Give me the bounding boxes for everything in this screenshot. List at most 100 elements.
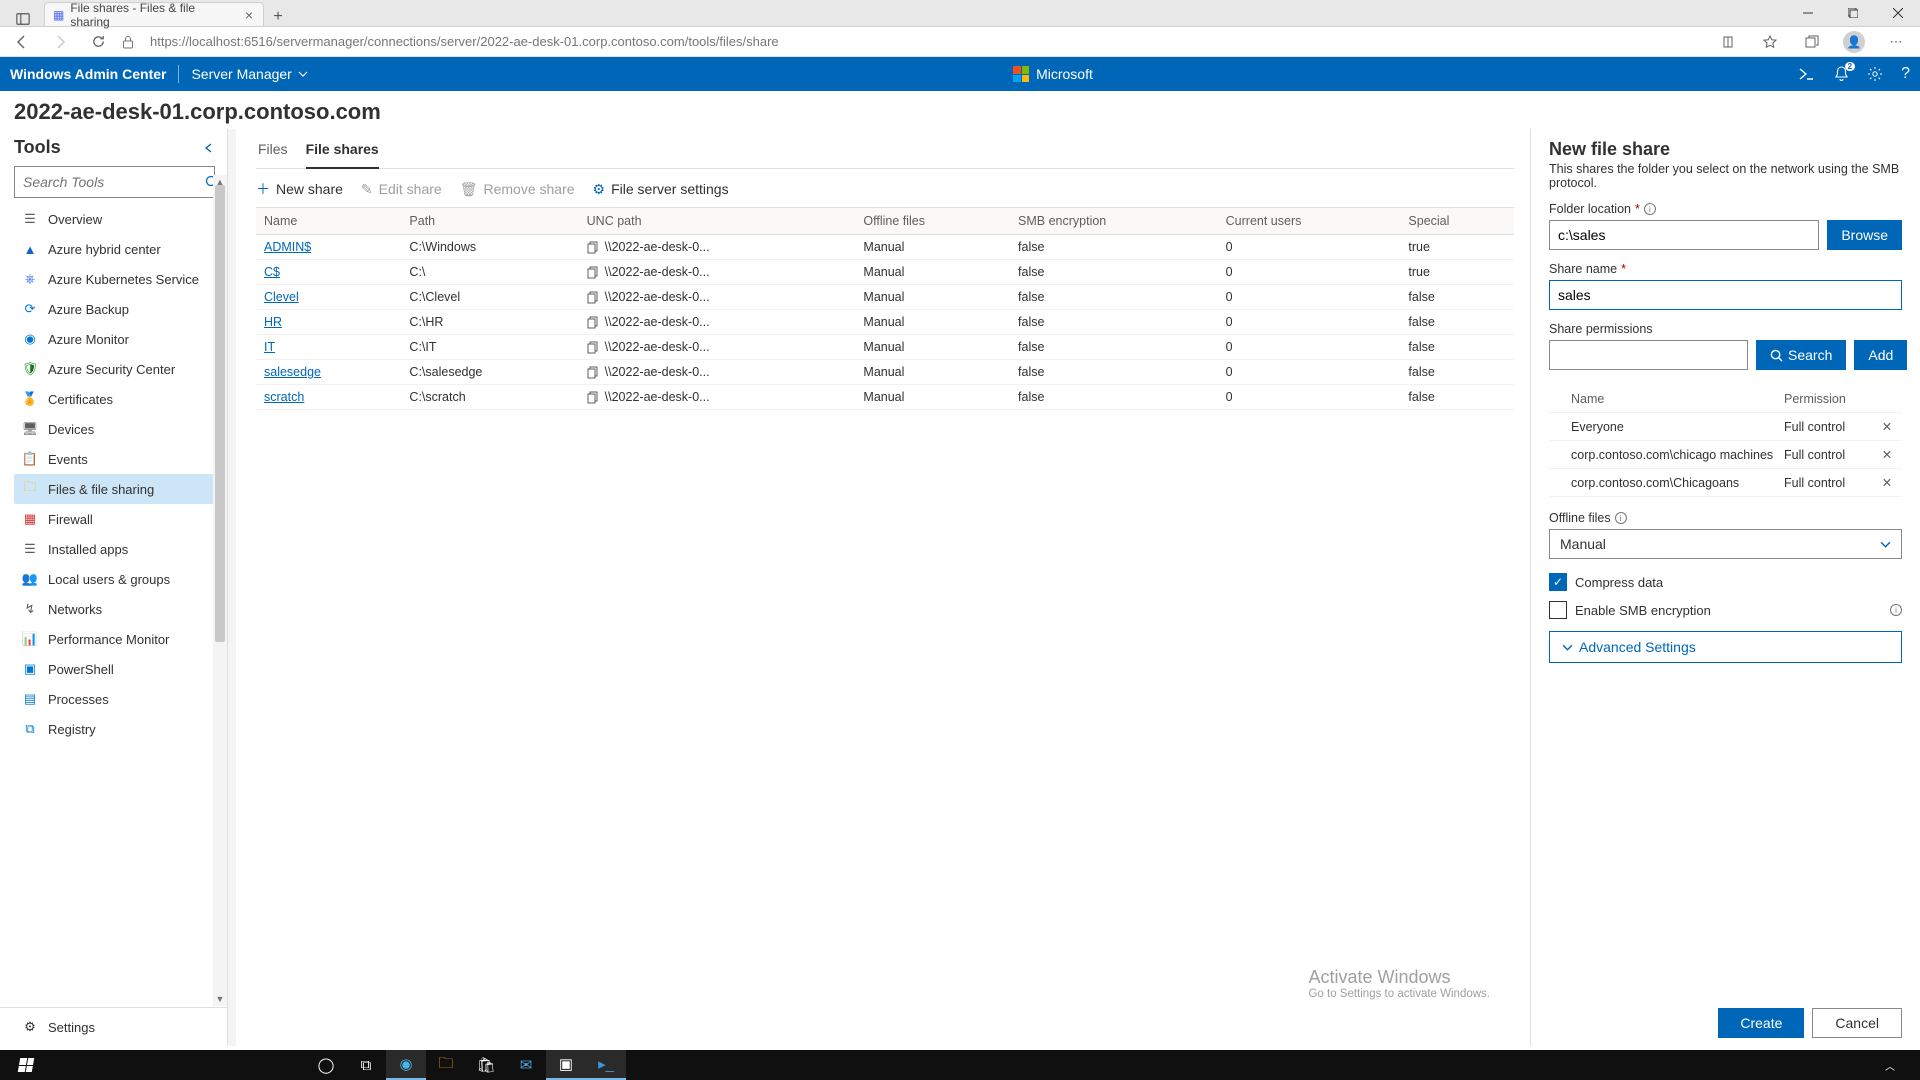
share-name-link[interactable]: HR [264,315,282,329]
sidebar-item[interactable]: ☰Overview [14,204,219,234]
remove-permission-icon[interactable]: ✕ [1874,447,1900,462]
share-name-link[interactable]: C$ [264,265,280,279]
permission-search-input[interactable] [1549,340,1748,370]
table-row[interactable]: C$ C:\ \\2022-ae-desk-0... Manual false … [256,260,1514,285]
start-button[interactable] [6,1050,46,1080]
share-name-link[interactable]: salesedge [264,365,321,379]
close-tab-icon[interactable]: × [243,8,255,22]
table-row[interactable]: salesedge C:\salesedge \\2022-ae-desk-0.… [256,360,1514,385]
taskbar-edge-icon[interactable]: ◉ [386,1050,426,1080]
advanced-settings-button[interactable]: Advanced Settings [1549,631,1902,663]
powershell-icon[interactable] [1798,67,1816,81]
info-icon[interactable]: i [1644,203,1656,215]
sidebar-item[interactable]: 🗀Files & file sharing [14,474,219,504]
smb-encryption-checkbox[interactable] [1549,601,1567,619]
info-icon[interactable]: i [1890,604,1902,616]
info-icon[interactable]: i [1615,512,1627,524]
offline-files-select[interactable]: Manual [1549,529,1902,559]
remove-share-button[interactable]: 🗑Remove share [460,181,575,198]
table-row[interactable]: IT C:\IT \\2022-ae-desk-0... Manual fals… [256,335,1514,360]
browser-tab[interactable]: ▦ File shares - Files & file sharing × [44,2,264,26]
table-row[interactable]: ADMIN$ C:\Windows \\2022-ae-desk-0... Ma… [256,235,1514,260]
profile-button[interactable]: 👤 [1838,31,1870,53]
edit-share-button[interactable]: ✎Edit share [361,181,442,198]
new-tab-button[interactable]: + [264,8,292,26]
product-name[interactable]: Windows Admin Center [10,66,166,82]
sidebar-item[interactable]: ☰Installed apps [14,534,219,564]
sidebar-item[interactable]: ↯Networks [14,594,219,624]
share-name-link[interactable]: Clevel [264,290,299,304]
taskbar-store-icon[interactable]: 🛍 [466,1050,506,1080]
sidebar-item[interactable]: 📋Events [14,444,219,474]
col-special[interactable]: Special [1400,208,1514,235]
tools-search-input[interactable] [23,174,205,190]
collections-icon[interactable] [1796,34,1828,50]
col-offline[interactable]: Offline files [855,208,1010,235]
sidebar-item[interactable]: ◉Azure Monitor [14,324,219,354]
cancel-button[interactable]: Cancel [1812,1008,1902,1038]
copy-icon[interactable] [587,316,599,329]
sidebar-item[interactable]: 📊Performance Monitor [14,624,219,654]
tab-file-shares[interactable]: File shares [306,133,379,169]
copy-icon[interactable] [587,241,599,254]
notifications-icon[interactable]: 2 [1834,66,1849,82]
scroll-down-icon[interactable]: ▼ [213,992,227,1006]
remove-permission-icon[interactable]: ✕ [1874,419,1900,434]
refresh-button[interactable] [84,28,112,56]
sidebar-item[interactable]: ⧉Registry [14,714,219,744]
sidebar-item[interactable]: 👥Local users & groups [14,564,219,594]
forward-button[interactable] [46,28,74,56]
table-row[interactable]: HR C:\HR \\2022-ae-desk-0... Manual fals… [256,310,1514,335]
sidebar-item[interactable]: ⟳Azure Backup [14,294,219,324]
window-close-button[interactable] [1875,0,1920,26]
compress-checkbox[interactable]: ✓ [1549,573,1567,591]
collapse-sidebar-icon[interactable] [203,142,215,154]
reader-icon[interactable] [1712,34,1744,50]
taskbar-chevron-up-icon[interactable]: ︿ [1870,1050,1910,1080]
menu-button[interactable]: ⋯ [1880,34,1912,50]
help-icon[interactable]: ? [1901,65,1910,83]
window-minimize-button[interactable] [1785,0,1830,26]
taskbar-terminal-icon[interactable]: ▣ [546,1050,586,1080]
col-unc[interactable]: UNC path [579,208,856,235]
col-path[interactable]: Path [401,208,578,235]
taskbar-powershell-icon[interactable]: ▸_ [586,1050,626,1080]
sidebar-item[interactable]: ▲Azure hybrid center [14,234,219,264]
share-name-link[interactable]: scratch [264,390,304,404]
tab-files[interactable]: Files [258,133,288,168]
tools-search[interactable] [14,166,215,198]
copy-icon[interactable] [587,291,599,304]
col-name[interactable]: Name [256,208,401,235]
share-name-input[interactable] [1549,280,1902,310]
taskbar-mail-icon[interactable]: ✉ [506,1050,546,1080]
browse-button[interactable]: Browse [1827,220,1902,250]
table-row[interactable]: Clevel C:\Clevel \\2022-ae-desk-0... Man… [256,285,1514,310]
taskbar-explorer-icon[interactable]: 🗀 [426,1050,466,1080]
copy-icon[interactable] [587,391,599,404]
sidebar-item[interactable]: 🏅Certificates [14,384,219,414]
taskview-button[interactable]: ⧉ [346,1050,386,1080]
create-button[interactable]: Create [1718,1008,1804,1038]
favorite-icon[interactable] [1754,34,1786,50]
col-smb[interactable]: SMB encryption [1010,208,1218,235]
permission-search-button[interactable]: Search [1756,340,1846,370]
address-bar[interactable]: https://localhost:6516/servermanager/con… [144,34,1702,49]
sidebar-item[interactable]: ⎈Azure Kubernetes Service [14,264,219,294]
col-users[interactable]: Current users [1218,208,1401,235]
remove-permission-icon[interactable]: ✕ [1874,475,1900,490]
settings-icon[interactable] [1867,66,1883,82]
sidebar-item[interactable]: 🖥Devices [14,414,219,444]
permission-add-button[interactable]: Add [1854,340,1907,370]
sidebar-item[interactable]: ▦Firewall [14,504,219,534]
sidebar-scrollbar[interactable]: ▲ ▼ [213,175,227,1006]
share-name-link[interactable]: ADMIN$ [264,240,311,254]
file-server-settings-button[interactable]: ⚙File server settings [593,181,729,198]
sidebar-item[interactable]: ▤Processes [14,684,219,714]
copy-icon[interactable] [587,366,599,379]
share-name-link[interactable]: IT [264,340,275,354]
copy-icon[interactable] [587,266,599,279]
context-switcher[interactable]: Server Manager [191,66,307,82]
tabs-overview-button[interactable] [6,12,40,26]
copy-icon[interactable] [587,341,599,354]
window-maximize-button[interactable] [1830,0,1875,26]
